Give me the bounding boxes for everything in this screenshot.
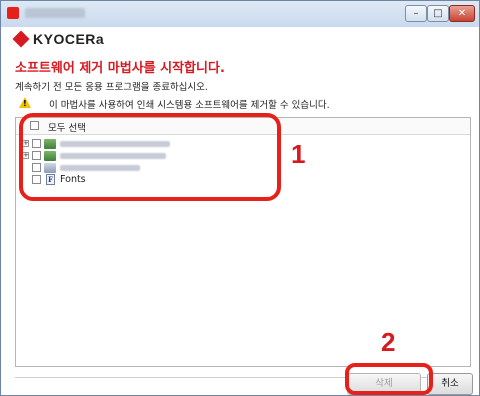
app-icon: [7, 7, 19, 19]
window-title-blurred: [25, 8, 85, 18]
title-bar: – □ ✕: [1, 1, 479, 27]
maximize-button[interactable]: □: [427, 5, 449, 22]
minimize-icon: –: [413, 8, 419, 19]
callout-number-2: 2: [381, 327, 396, 357]
wizard-heading: 소프트웨어 제거 마법사를 시작합니다.: [15, 61, 225, 76]
callout-box-1: [19, 113, 281, 201]
instruction-text: 계속하기 전 모든 응용 프로그램을 종료하십시오.: [15, 82, 208, 93]
minimize-button[interactable]: –: [405, 5, 427, 22]
kyocera-logo-text: KYOCERa: [33, 31, 105, 47]
wizard-content: 소프트웨어 제거 마법사를 시작합니다. 계속하기 전 모든 응용 프로그램을 …: [1, 51, 479, 395]
callout-box-2: [345, 363, 433, 395]
brand-bar: KYOCERa: [1, 27, 479, 52]
maximize-icon: □: [433, 8, 443, 19]
close-icon: ✕: [457, 8, 467, 19]
cancel-button[interactable]: 취소: [427, 373, 473, 395]
warning-text: 이 마법사를 사용하여 인쇄 시스템용 소프트웨어를 제거할 수 있습니다.: [49, 100, 330, 111]
uninstall-window: – □ ✕ KYOCERa 소프트웨어 제거 마법사를 시작합니다. 계속하기 …: [0, 0, 480, 396]
warning-icon: !: [19, 97, 31, 108]
close-button[interactable]: ✕: [449, 5, 475, 22]
callout-number-1: 1: [291, 139, 306, 169]
kyocera-logo-icon: [12, 30, 30, 48]
